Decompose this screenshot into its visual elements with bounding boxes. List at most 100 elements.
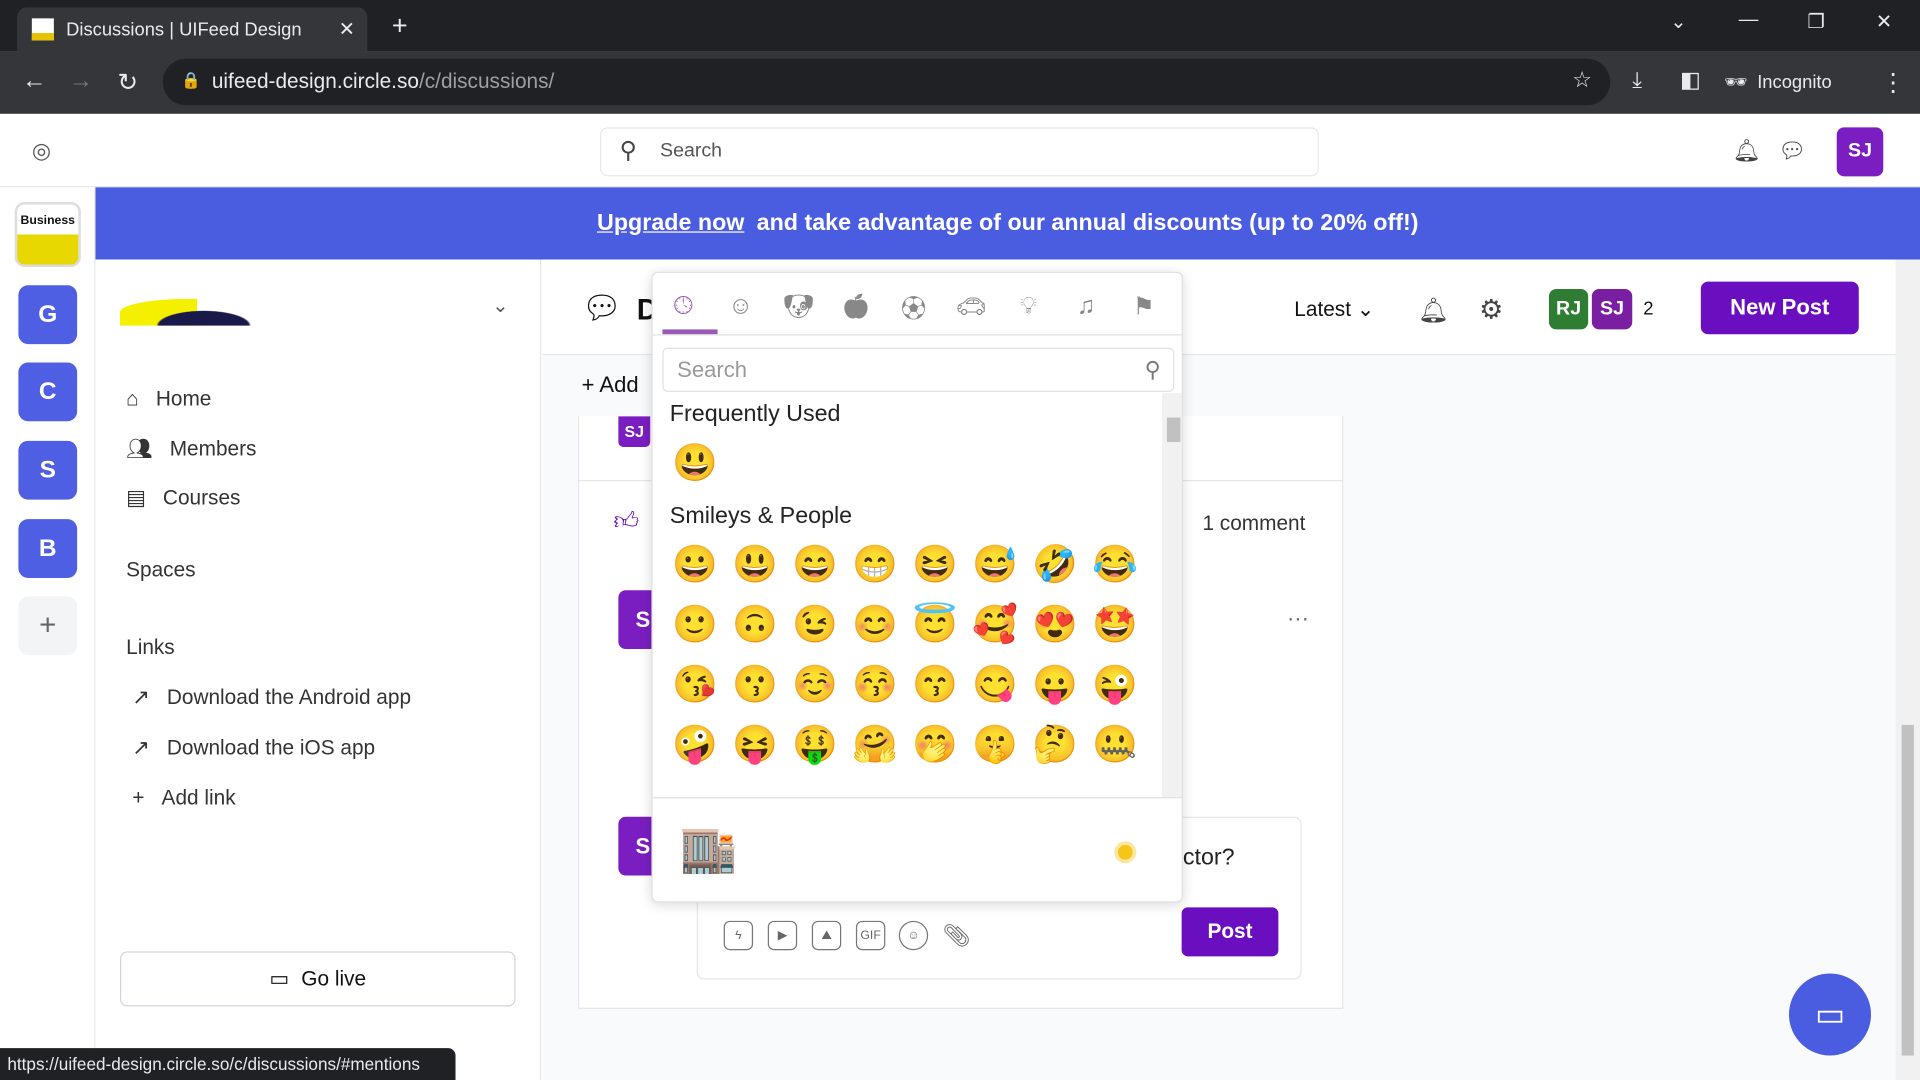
emoji-button[interactable]: 😀 [665, 544, 725, 588]
emoji-category-flags[interactable]: ⚑ [1123, 285, 1165, 327]
new-post-button[interactable]: New Post [1700, 281, 1859, 335]
forward-icon[interactable]: → [69, 67, 93, 95]
emoji-category-symbols[interactable]: ♫ [1065, 285, 1107, 327]
upgrade-link[interactable]: Upgrade now [597, 210, 744, 237]
url-field[interactable]: uifeed-design.circle.so/c/discussions/ [162, 58, 1611, 106]
skin-tone-selector[interactable] [1114, 841, 1137, 864]
browser-tab[interactable]: Discussions | UIFeed Design ✕ [17, 7, 368, 52]
emoji-button[interactable]: 🤑 [785, 724, 845, 768]
search-input[interactable]: Search [600, 127, 1319, 177]
emoji-icon[interactable]: ☺ [898, 920, 929, 951]
add-community-button[interactable]: + [18, 596, 78, 656]
emoji-button[interactable]: 😊 [845, 604, 905, 648]
image-icon[interactable]: ⛰ [811, 920, 842, 951]
chevron-down-icon[interactable]: ⌄ [492, 294, 508, 318]
post-button[interactable]: Post [1181, 907, 1279, 957]
community-c[interactable]: C [18, 362, 78, 422]
link-android[interactable]: ↗ Download the Android app [132, 686, 411, 710]
emoji-category-animals[interactable]: 🐶︎ [778, 285, 820, 327]
scrollbar-thumb[interactable] [1166, 417, 1181, 443]
emoji-button[interactable]: 😅 [965, 544, 1025, 588]
emoji-button[interactable]: 😄 [785, 544, 845, 588]
download-icon[interactable]: ⤓ [1632, 67, 1642, 93]
community-s[interactable]: S [18, 440, 78, 500]
reload-icon[interactable]: ↻ [118, 67, 139, 98]
community-logo[interactable] [120, 298, 260, 326]
emoji-button[interactable]: 🙂 [665, 604, 725, 648]
bookmark-star-icon[interactable]: ☆ [1572, 67, 1592, 93]
add-button[interactable]: + Add [582, 372, 639, 398]
more-options-icon[interactable]: ··· [1287, 606, 1309, 632]
video-icon[interactable]: ▶ [767, 920, 798, 951]
tab-search-icon[interactable]: ⌄ [1670, 10, 1686, 34]
emoji-button[interactable]: 🤗 [845, 724, 905, 768]
chat-support-button[interactable]: ▭ [1788, 973, 1872, 1056]
link-ios[interactable]: ↗ Download the iOS app [132, 736, 375, 760]
emoji-button[interactable]: 🤩 [1085, 604, 1145, 648]
sidepanel-icon[interactable]: ◧ [1680, 67, 1701, 93]
notifications-icon[interactable]: 🔔︎ [1733, 138, 1761, 164]
lightning-icon[interactable]: ϟ [723, 920, 754, 951]
like-icon[interactable]: 👍︎ [613, 507, 639, 536]
emoji-button[interactable]: 🤫 [965, 724, 1025, 768]
go-live-button[interactable]: ▭ Go live [120, 951, 516, 1007]
attachment-icon[interactable]: 📎︎ [942, 921, 971, 950]
emoji-button[interactable]: 😙 [905, 664, 965, 708]
add-link-button[interactable]: + Add link [132, 786, 235, 810]
emoji-category-travel[interactable]: 🚗︎ [950, 285, 992, 327]
back-icon[interactable]: ← [22, 67, 46, 95]
member-count[interactable]: 2 [1643, 299, 1653, 320]
emoji-button[interactable]: 😁 [845, 544, 905, 588]
emoji-button[interactable]: ☺️ [785, 664, 845, 708]
emoji-button[interactable]: 🤔 [1025, 724, 1085, 768]
emoji-category-food[interactable]: 🍎︎ [835, 285, 877, 327]
scrollbar-thumb[interactable] [1901, 724, 1914, 1056]
emoji-button[interactable]: 😛 [1025, 664, 1085, 708]
emoji-button[interactable]: 🤭 [905, 724, 965, 768]
minimize-button[interactable]: — [1739, 10, 1759, 32]
emoji-button[interactable]: 🤐 [1085, 724, 1145, 768]
emoji-button[interactable]: 😂 [1085, 544, 1145, 588]
space-notifications-icon[interactable]: 🔔︎ [1418, 295, 1449, 326]
emoji-button[interactable]: 😗 [725, 664, 785, 708]
emoji-button[interactable]: 🤣 [1025, 544, 1085, 588]
community-b[interactable]: B [18, 519, 78, 578]
emoji-button[interactable]: 😉 [785, 604, 845, 648]
sidebar-item-home[interactable]: ⌂ Home [126, 387, 211, 411]
emoji-category-objects[interactable]: 💡︎ [1008, 285, 1050, 327]
page-scrollbar[interactable] [1895, 259, 1920, 1080]
community-business[interactable]: Business [14, 202, 81, 267]
member-avatar-rj[interactable]: RJ [1548, 288, 1589, 330]
emoji-button[interactable]: 🙃 [725, 604, 785, 648]
incognito-profile[interactable]: 🕶 Incognito [1724, 64, 1832, 101]
emoji-button[interactable]: 😃 [725, 544, 785, 588]
close-window-button[interactable]: ✕ [1876, 10, 1892, 34]
member-avatar-sj[interactable]: SJ [1591, 288, 1633, 330]
close-tab-icon[interactable]: ✕ [339, 17, 355, 41]
emoji-category-recent[interactable]: 🕓︎ [662, 285, 704, 327]
emoji-button[interactable]: 😍 [1025, 604, 1085, 648]
spaces-heading[interactable]: Spaces [126, 558, 195, 582]
emoji-button[interactable]: 😇 [905, 604, 965, 648]
browser-menu-icon[interactable]: ⋮ [1881, 67, 1905, 98]
author-avatar[interactable]: SJ [618, 416, 651, 447]
comment-count[interactable]: 1 comment [1202, 512, 1305, 536]
emoji-button[interactable]: 😋 [965, 664, 1025, 708]
emoji-button[interactable]: 🥰 [965, 604, 1025, 648]
emoji-button[interactable]: 😃 [665, 442, 725, 486]
emoji-button[interactable]: 😜 [1085, 664, 1145, 708]
messages-icon[interactable]: 💬︎ [1778, 138, 1806, 164]
new-tab-button[interactable]: + [392, 10, 408, 42]
emoji-scrollbar[interactable] [1162, 393, 1182, 798]
emoji-button[interactable]: 😚 [845, 664, 905, 708]
emoji-button[interactable]: 🤪 [665, 724, 725, 768]
sidebar-item-courses[interactable]: ▤ Courses [126, 486, 240, 510]
emoji-button[interactable]: 😆 [905, 544, 965, 588]
emoji-category-activity[interactable]: ⚽︎ [893, 285, 935, 327]
gif-icon[interactable]: GIF [855, 920, 886, 951]
user-avatar[interactable]: SJ [1836, 127, 1884, 177]
emoji-button[interactable]: 😝 [725, 724, 785, 768]
restore-button[interactable]: ❐ [1807, 10, 1825, 34]
sidebar-item-members[interactable]: 👥︎ Members [126, 437, 256, 461]
emoji-category-smileys[interactable]: ☺ [720, 285, 762, 327]
